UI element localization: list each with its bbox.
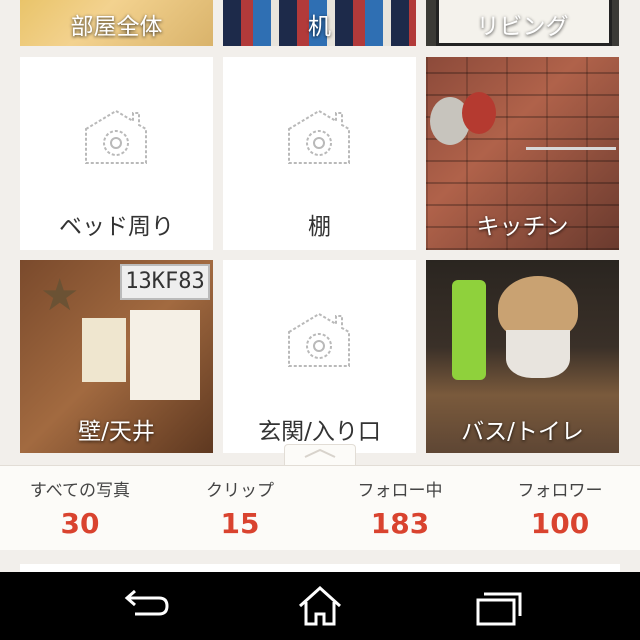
stat-value: 100 [530,507,590,540]
license-plate: 13KF83 [120,264,210,300]
stat-label: フォロワー [517,481,603,501]
tile-living[interactable]: リビング [426,0,619,46]
stat-clips[interactable]: クリップ 15 [160,466,320,540]
tile-label: 玄関/入り口 [258,419,381,445]
stat-value: 183 [370,507,430,540]
tile-entrance[interactable]: 玄関/入り口 [223,260,416,453]
recent-apps-button[interactable] [458,586,538,626]
tile-room-overall[interactable]: 部屋全体 [20,0,213,46]
stat-all-photos[interactable]: すべての写真 30 [0,466,160,540]
chevron-up-icon [304,448,336,458]
tile-label: 部屋全体 [70,14,163,40]
stat-label: フォロー中 [357,481,443,501]
recent-apps-icon [476,592,522,626]
tile-label: 机 [308,14,331,40]
tile-label: リビング [476,14,569,40]
back-button[interactable] [105,586,185,626]
tile-label: ベッド周り [59,214,174,240]
stat-following[interactable]: フォロー中 183 [320,466,480,540]
tile-shelf[interactable]: 棚 [223,57,416,250]
tile-bath-toilet[interactable]: バス/トイレ [426,260,619,453]
back-icon [124,589,169,616]
tile-label: 壁/天井 [78,419,155,445]
tile-bed-area[interactable]: ベッド周り [20,57,213,250]
stat-label: クリップ [206,481,274,501]
home-button[interactable] [280,585,360,626]
profile-stats-bar: すべての写真 30 クリップ 15 フォロー中 183 フォロワー 100 [0,465,640,551]
tile-label: キッチン [476,214,569,240]
tile-label: 棚 [308,214,331,240]
room-category-grid: 部屋全体 机 リビング ベッド周り 棚 キッチン ★ 13KF83 壁/天井 玄… [0,0,640,470]
tile-desk[interactable]: 机 [223,0,416,46]
tile-kitchen[interactable]: キッチン [426,57,619,250]
stat-value: 15 [220,507,260,540]
android-navigation-bar [0,572,640,640]
home-icon [298,585,342,626]
stat-label: すべての写真 [29,481,131,501]
stat-value: 30 [60,507,100,540]
tile-label: バス/トイレ [461,419,584,445]
stat-followers[interactable]: フォロワー 100 [480,466,640,540]
camera-house-icon [288,312,350,367]
tile-wall-ceiling[interactable]: ★ 13KF83 壁/天井 [20,260,213,453]
camera-house-icon [85,109,147,164]
camera-house-icon [288,109,350,164]
content-strip [0,550,640,572]
